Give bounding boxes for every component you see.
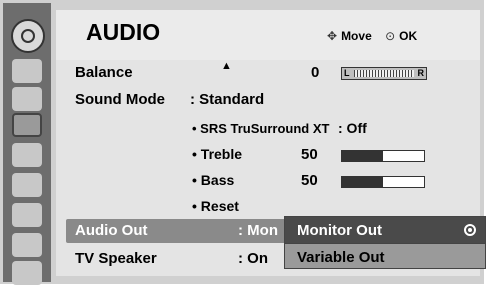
- audio-out-label[interactable]: Audio Out: [75, 222, 147, 239]
- sound-mode-value: : Standard: [190, 91, 265, 108]
- speaker-icon[interactable]: [12, 113, 42, 137]
- audio-out-value: : Mon: [238, 222, 278, 239]
- sound-mode-label[interactable]: Sound Mode: [75, 91, 165, 108]
- balance-left-label: L: [344, 68, 350, 78]
- sidebar: [3, 3, 51, 285]
- bass-label[interactable]: • Bass: [192, 172, 234, 188]
- clapperboard-icon[interactable]: [12, 261, 42, 285]
- srs-label[interactable]: • SRS TruSurround XT: [192, 121, 329, 136]
- lock-icon[interactable]: [12, 173, 42, 197]
- ok-label: OK: [399, 29, 418, 43]
- bass-fill: [342, 177, 383, 187]
- reset-label[interactable]: • Reset: [192, 198, 239, 214]
- treble-fill: [342, 151, 383, 161]
- clock-icon[interactable]: [12, 143, 42, 167]
- satellite-dish-icon[interactable]: [12, 59, 42, 83]
- balance-ticks: [354, 70, 414, 77]
- treble-label[interactable]: • Treble: [192, 146, 242, 162]
- four-way-arrow-icon: ✥: [327, 29, 338, 43]
- bass-slider[interactable]: [341, 176, 425, 188]
- navigation-hint: ✥ Move ⊙ OK: [327, 29, 417, 43]
- radio-selected-icon[interactable]: [464, 224, 476, 236]
- input-plug-icon[interactable]: [12, 203, 42, 227]
- balance-label[interactable]: Balance: [75, 64, 133, 81]
- up-arrow-icon: ▲: [221, 60, 232, 72]
- bass-value: 50: [301, 172, 318, 189]
- audio-menu-icon: [11, 19, 45, 53]
- balance-value: 0: [311, 64, 320, 81]
- monitor-out-option[interactable]: Monitor Out: [297, 222, 382, 239]
- circle-ok-icon: ⊙: [385, 29, 396, 43]
- treble-value: 50: [301, 146, 318, 163]
- balance-right-label: R: [417, 68, 425, 78]
- tv-speaker-label[interactable]: TV Speaker: [75, 250, 157, 267]
- move-label: Move: [341, 29, 372, 43]
- tv-speaker-value: : On: [238, 250, 268, 267]
- srs-value: : Off: [338, 120, 367, 136]
- picture-monitor-icon[interactable]: [12, 87, 42, 111]
- usb-tree-icon[interactable]: [12, 233, 42, 257]
- balance-slider[interactable]: L R: [341, 67, 427, 80]
- popup-divider: [285, 243, 485, 244]
- treble-slider[interactable]: [341, 150, 425, 162]
- page-title: AUDIO: [86, 19, 161, 45]
- variable-out-option[interactable]: Variable Out: [297, 249, 385, 266]
